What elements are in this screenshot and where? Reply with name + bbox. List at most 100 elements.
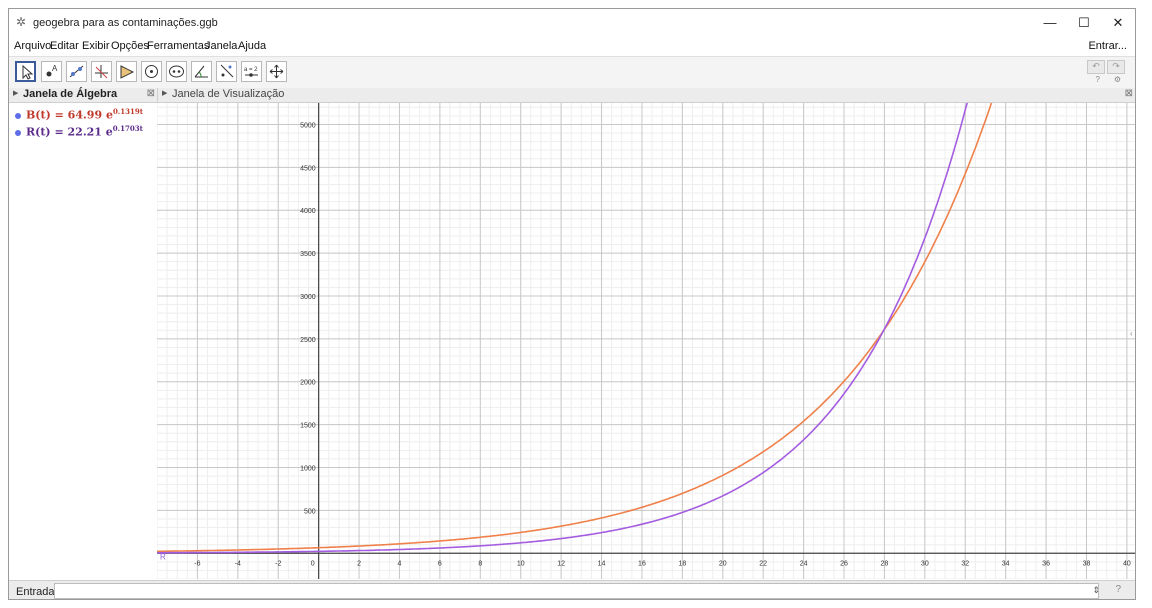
x-tick-label: 6 (438, 560, 442, 567)
y-tick-label: 500 (304, 508, 316, 515)
move-arrows-icon (269, 64, 284, 79)
graphics-close-icon[interactable]: ⊠ (1125, 88, 1133, 99)
polygon-tool-button[interactable] (116, 61, 137, 82)
input-bar: Entrada: ⇕ ? (9, 580, 1135, 599)
graphics-header: ▶ Janela de Visualização ⊠ (158, 88, 1135, 103)
move-tool-button[interactable] (15, 61, 36, 82)
y-tick-label: 2000 (300, 380, 316, 387)
y-tick-label: 1000 (300, 466, 316, 473)
svg-text:A: A (52, 64, 58, 73)
point-tool-button[interactable]: A (41, 61, 62, 82)
geogebra-app-icon: ✲ (16, 15, 27, 29)
geogebra-window: ✲ geogebra para as contaminações.ggb — ☐… (8, 8, 1136, 600)
close-button[interactable]: ✕ (1103, 13, 1133, 33)
menu-ferramentas[interactable]: Ferramentas (147, 40, 209, 52)
exponent-b: 0.1319t (112, 107, 143, 116)
signin-link[interactable]: Entrar... (1088, 40, 1127, 52)
input-help-icon[interactable]: ? (1115, 584, 1121, 595)
y-tick-label: 2500 (300, 337, 316, 344)
reflect-line-icon (220, 64, 234, 78)
x-tick-label: 12 (557, 560, 565, 567)
line-icon (69, 65, 84, 78)
polygon-icon (120, 65, 135, 79)
x-tick-label: 30 (921, 560, 929, 567)
minimize-button[interactable]: — (1035, 13, 1065, 33)
graphics-title: Janela de Visualização (172, 88, 285, 100)
menu-bar: Arquivo Editar Exibir Opções Ferramentas… (9, 38, 1135, 55)
reflect-tool-button[interactable] (216, 61, 237, 82)
circle-tool-button[interactable] (141, 61, 162, 82)
visibility-dot-icon[interactable] (15, 112, 21, 119)
angle-tool-button[interactable] (191, 61, 212, 82)
move-graphics-tool-button[interactable] (266, 61, 287, 82)
graphics-collapse-triangle-icon[interactable]: ▶ (162, 89, 167, 97)
input-history-icon[interactable]: ⇕ (1092, 585, 1100, 596)
menu-opcoes[interactable]: Opções (111, 40, 149, 52)
settings-icon[interactable]: ⚙ (1114, 75, 1121, 84)
y-tick-label: 3500 (300, 251, 316, 258)
x-tick-label: 10 (517, 560, 525, 567)
angle-icon (194, 65, 208, 78)
maximize-button[interactable]: ☐ (1069, 13, 1099, 33)
undo-button[interactable]: ↶ (1087, 60, 1105, 74)
x-tick-label: 38 (1083, 560, 1091, 567)
menu-janela[interactable]: Janela (205, 40, 237, 52)
x-tick-label: 20 (719, 560, 727, 567)
algebra-entry-r[interactable]: R(t) = 22.21 e0.1703t (15, 124, 143, 139)
x-tick-label: -4 (235, 560, 241, 567)
point-icon: A (46, 64, 58, 77)
y-tick-label: 3000 (300, 294, 316, 301)
x-tick-label: -6 (194, 560, 200, 567)
visibility-dot-icon[interactable] (15, 129, 21, 136)
help-icon[interactable]: ? (1096, 75, 1100, 84)
x-tick-label: 28 (881, 560, 889, 567)
side-collapse-icon[interactable]: ‹ (1130, 329, 1134, 339)
menu-editar[interactable]: Editar (50, 40, 79, 52)
x-tick-label: 34 (1002, 560, 1010, 567)
graphics-view[interactable]: -6 -4 -2 2 4 6 8 10 12 14 16 18 20 22 24 26 28 30 32 34 36 38… (157, 103, 1136, 579)
slider-tool-button[interactable]: a = 2 (241, 61, 262, 82)
menu-ajuda[interactable]: Ajuda (238, 40, 266, 52)
conic-tool-button[interactable] (166, 61, 187, 82)
x-tick-label: 18 (678, 560, 686, 567)
equation-r: R(t) = 22.21 e (26, 125, 113, 139)
collapse-triangle-icon[interactable]: ▶ (13, 89, 18, 97)
axis-origin-label: R (160, 552, 166, 561)
x-tick-label: 8 (478, 560, 482, 567)
x-tick-label: 22 (759, 560, 767, 567)
exponent-r: 0.1703t (112, 124, 143, 133)
function-plot[interactable]: -6 -4 -2 2 4 6 8 10 12 14 16 18 20 22 24 26 28 30 32 34 36 38… (157, 103, 1136, 579)
title-bar: ✲ geogebra para as contaminações.ggb — ☐… (9, 9, 1135, 37)
redo-button[interactable]: ↷ (1107, 60, 1125, 74)
input-value (55, 588, 58, 599)
y-tick-label: 5000 (300, 122, 316, 129)
x-tick-label: 4 (398, 560, 402, 567)
x-tick-label: 36 (1042, 560, 1050, 567)
menu-exibir[interactable]: Exibir (82, 40, 110, 52)
x-tick-label: 24 (800, 560, 808, 567)
input-label: Entrada: (16, 586, 58, 598)
x-tick-label: 14 (598, 560, 606, 567)
window-title: geogebra para as contaminações.ggb (33, 17, 218, 29)
input-field[interactable] (54, 583, 1099, 599)
toolbar: A a = 2 ↶ ↷ ? ⚙ (9, 56, 1135, 89)
y-tick-label: 4000 (300, 208, 316, 215)
svg-text:a = 2: a = 2 (244, 67, 258, 73)
algebra-header: ▶ Janela de Álgebra ⊠ (9, 88, 158, 103)
perpendicular-line-icon (95, 65, 108, 79)
algebra-close-icon[interactable]: ⊠ (147, 88, 155, 99)
cursor-arrow-icon (22, 64, 34, 80)
x-tick-label: 40 (1123, 560, 1131, 567)
x-tick-label: 26 (840, 560, 848, 567)
ellipse-icon (169, 65, 184, 78)
algebra-entry-b[interactable]: B(t) = 64.99 e0.1319t (15, 107, 143, 122)
menu-arquivo[interactable]: Arquivo (14, 40, 51, 52)
origin-tick-label: 0 (311, 560, 315, 567)
circle-icon (145, 65, 158, 78)
x-tick-label: -2 (275, 560, 281, 567)
x-tick-label: 16 (638, 560, 646, 567)
curve-bt (157, 103, 993, 553)
line-tool-button[interactable] (66, 61, 87, 82)
y-tick-label: 1500 (300, 423, 316, 430)
perpendicular-tool-button[interactable] (91, 61, 112, 82)
